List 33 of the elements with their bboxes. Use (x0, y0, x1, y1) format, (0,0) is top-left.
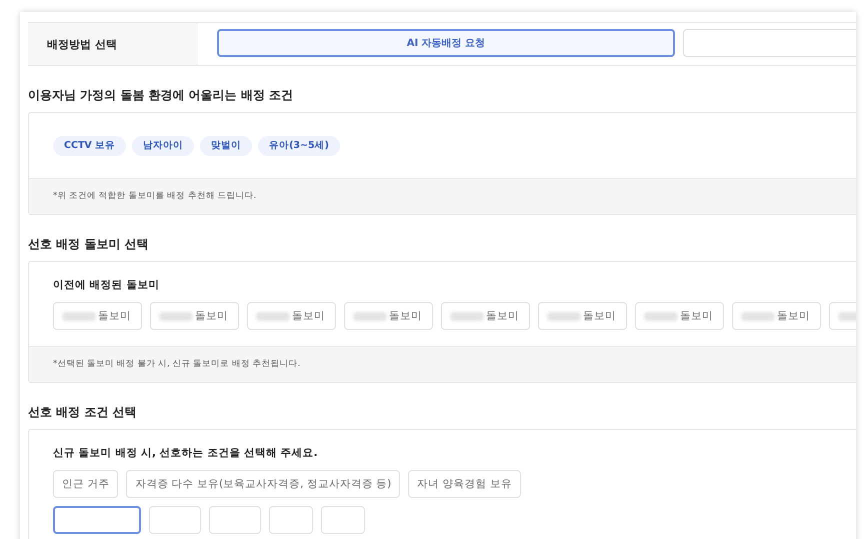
condition-option-button[interactable] (53, 506, 141, 534)
panel-subtitle: 이전에 배정된 돌보미 (53, 279, 160, 292)
caregiver-chip[interactable]: 돌보미 (441, 302, 530, 330)
caregiver-chip[interactable]: 돌보미 (635, 302, 724, 330)
section-title: 선호 배정 조건 선택 (28, 405, 138, 420)
note-text: *위 조건에 적합한 돌보미를 배정 추천해 드립니다. (53, 191, 256, 201)
section-title: 선호 배정 돌보미 선택 (28, 237, 150, 252)
note-text: *선택된 돌보미 배정 불가 시, 신규 돌보미로 배정 추천됩니다. (53, 359, 300, 369)
caregiver-chip[interactable]: 돌보미 (150, 302, 239, 330)
blurred-name (159, 312, 193, 320)
blurred-name (353, 312, 387, 320)
condition-tag: 맞벌이 (200, 136, 252, 156)
caregiver-chip[interactable]: 돌보미 (538, 302, 627, 330)
method-option-button[interactable]: AI 자동배정 요청 (217, 29, 675, 57)
blurred-name (644, 312, 678, 320)
condition-tag: 유아(3~5세) (258, 136, 340, 156)
condition-option-button[interactable]: 인근 거주 (53, 470, 118, 498)
condition-tag: 남자아이 (132, 136, 194, 156)
method-label: 배정방법 선택 (28, 23, 198, 65)
panel-subtitle: 신규 돌보미 배정 시, 선호하는 조건을 선택해 주세요. (53, 447, 319, 460)
condition-option-button[interactable]: 자격증 다수 보유(보육교사자격증, 정교사자격증 등) (126, 470, 400, 498)
caregiver-chip[interactable]: 돌보미 (344, 302, 433, 330)
caregiver-chip[interactable]: 돌보미 (247, 302, 336, 330)
blurred-name (547, 312, 581, 320)
blurred-name (450, 312, 484, 320)
section-title: 이용자님 가정의 돌봄 환경에 어울리는 배정 조건 (28, 88, 294, 103)
caregiver-chip[interactable]: 돌보미 (53, 302, 142, 330)
blurred-name (62, 312, 96, 320)
condition-option-button[interactable]: 자녀 양육경험 보유 (408, 470, 521, 498)
condition-tag: CCTV 보유 (53, 136, 126, 156)
blurred-name (741, 312, 775, 320)
caregiver-chip[interactable]: 돌보미 (732, 302, 821, 330)
blurred-name (256, 312, 290, 320)
